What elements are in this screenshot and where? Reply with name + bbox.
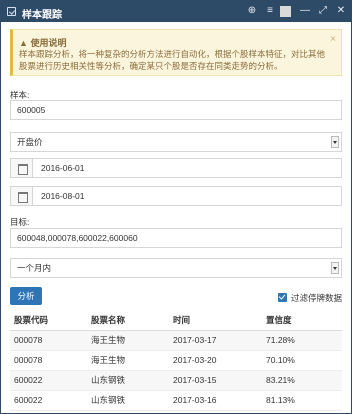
cell-confidence: 81.13% xyxy=(262,390,342,411)
color-square-icon[interactable] xyxy=(280,6,291,17)
sample-input[interactable]: 600005 xyxy=(10,100,342,120)
title-bar: 样本跟踪 ⊕ ≡ — ⤢ ✕ xyxy=(1,1,351,22)
filter-suspended-toggle[interactable]: 过滤停牌数据 xyxy=(278,291,342,305)
period-value: 一个月内 xyxy=(17,263,52,273)
cell-time: 2017-03-16 xyxy=(169,390,262,411)
minimize-icon[interactable]: — xyxy=(298,4,312,18)
table-row[interactable]: 000078 海王生物 2017-03-17 71.28% xyxy=(10,330,342,351)
header-name[interactable]: 股票名称 xyxy=(87,310,169,331)
table-row[interactable]: 000078 海王生物 2017-03-20 70.10% xyxy=(10,350,342,371)
end-date-value: 2016-08-01 xyxy=(41,191,85,201)
target-input[interactable]: 600048,000078,600022,600060 xyxy=(10,228,342,248)
period-select[interactable]: 一个月内 xyxy=(10,258,342,278)
calendar-icon[interactable] xyxy=(11,159,33,177)
alert-body: 样本跟踪分析，将一种复杂的分析方法进行自动化，根据个股样本特征，对比其他股票进行… xyxy=(19,49,326,71)
cell-code: 600022 xyxy=(10,370,87,391)
end-date-field[interactable]: 2016-08-01 xyxy=(10,186,342,206)
cell-name: 山东钢铁 xyxy=(87,370,169,391)
filter-label: 过滤停牌数据 xyxy=(291,293,343,303)
usage-alert: ▲ 使用说明 样本跟踪分析，将一种复杂的分析方法进行自动化，根据个股样本特征，对… xyxy=(10,29,342,76)
check-square-icon xyxy=(7,7,16,16)
table-header-row: 股票代码 股票名称 时间 置信度 xyxy=(10,310,342,331)
cell-name: 山东钢铁 xyxy=(87,390,169,411)
close-icon[interactable]: ✕ xyxy=(334,4,348,18)
cell-confidence: 71.28% xyxy=(262,330,342,351)
start-date-field[interactable]: 2016-06-01 xyxy=(10,158,342,178)
table-row[interactable]: 600022 山东钢铁 2017-03-16 81.13% xyxy=(10,390,342,411)
cell-time: 2017-03-15 xyxy=(169,370,262,391)
sample-tracking-window: 样本跟踪 ⊕ ≡ — ⤢ ✕ ▲ 使用说明 样本跟踪分析，将一种复杂的分析方法进… xyxy=(0,0,352,414)
checkbox-checked-icon[interactable] xyxy=(278,293,287,302)
warning-icon: ▲ xyxy=(19,38,28,48)
header-code[interactable]: 股票代码 xyxy=(10,310,87,331)
settings-icon[interactable]: ≡ xyxy=(263,4,277,18)
target-label: 目标: xyxy=(10,217,30,227)
cell-time: 2017-03-17 xyxy=(169,330,262,351)
cell-confidence: 83.21% xyxy=(262,370,342,391)
price-type-value: 开盘价 xyxy=(17,137,43,147)
results-table: 股票代码 股票名称 时间 置信度 000078 海王生物 2017-03-17 … xyxy=(10,310,342,411)
cell-name: 海王生物 xyxy=(87,330,169,351)
price-type-select[interactable]: 开盘价 xyxy=(10,132,342,152)
chevron-down-icon[interactable] xyxy=(331,262,339,274)
cell-code: 600022 xyxy=(10,390,87,411)
cell-confidence: 70.10% xyxy=(262,350,342,371)
cell-code: 000078 xyxy=(10,330,87,351)
table-row[interactable]: 600022 山东钢铁 2017-03-15 83.21% xyxy=(10,370,342,391)
alert-title-text: 使用说明 xyxy=(30,38,67,48)
start-date-value: 2016-06-01 xyxy=(41,163,85,173)
maximize-icon[interactable]: ⤢ xyxy=(316,4,330,18)
cell-name: 海王生物 xyxy=(87,350,169,371)
calendar-icon[interactable] xyxy=(11,187,33,205)
alert-close-icon[interactable]: × xyxy=(330,34,336,45)
header-confidence[interactable]: 置信度 xyxy=(262,310,342,331)
chevron-down-icon[interactable] xyxy=(331,136,339,148)
header-time[interactable]: 时间 xyxy=(169,310,262,331)
zoom-icon[interactable]: ⊕ xyxy=(245,4,259,18)
cell-time: 2017-03-20 xyxy=(169,350,262,371)
cell-code: 000078 xyxy=(10,350,87,371)
analyze-button[interactable]: 分析 xyxy=(10,287,42,305)
window-title: 样本跟踪 xyxy=(22,10,62,21)
